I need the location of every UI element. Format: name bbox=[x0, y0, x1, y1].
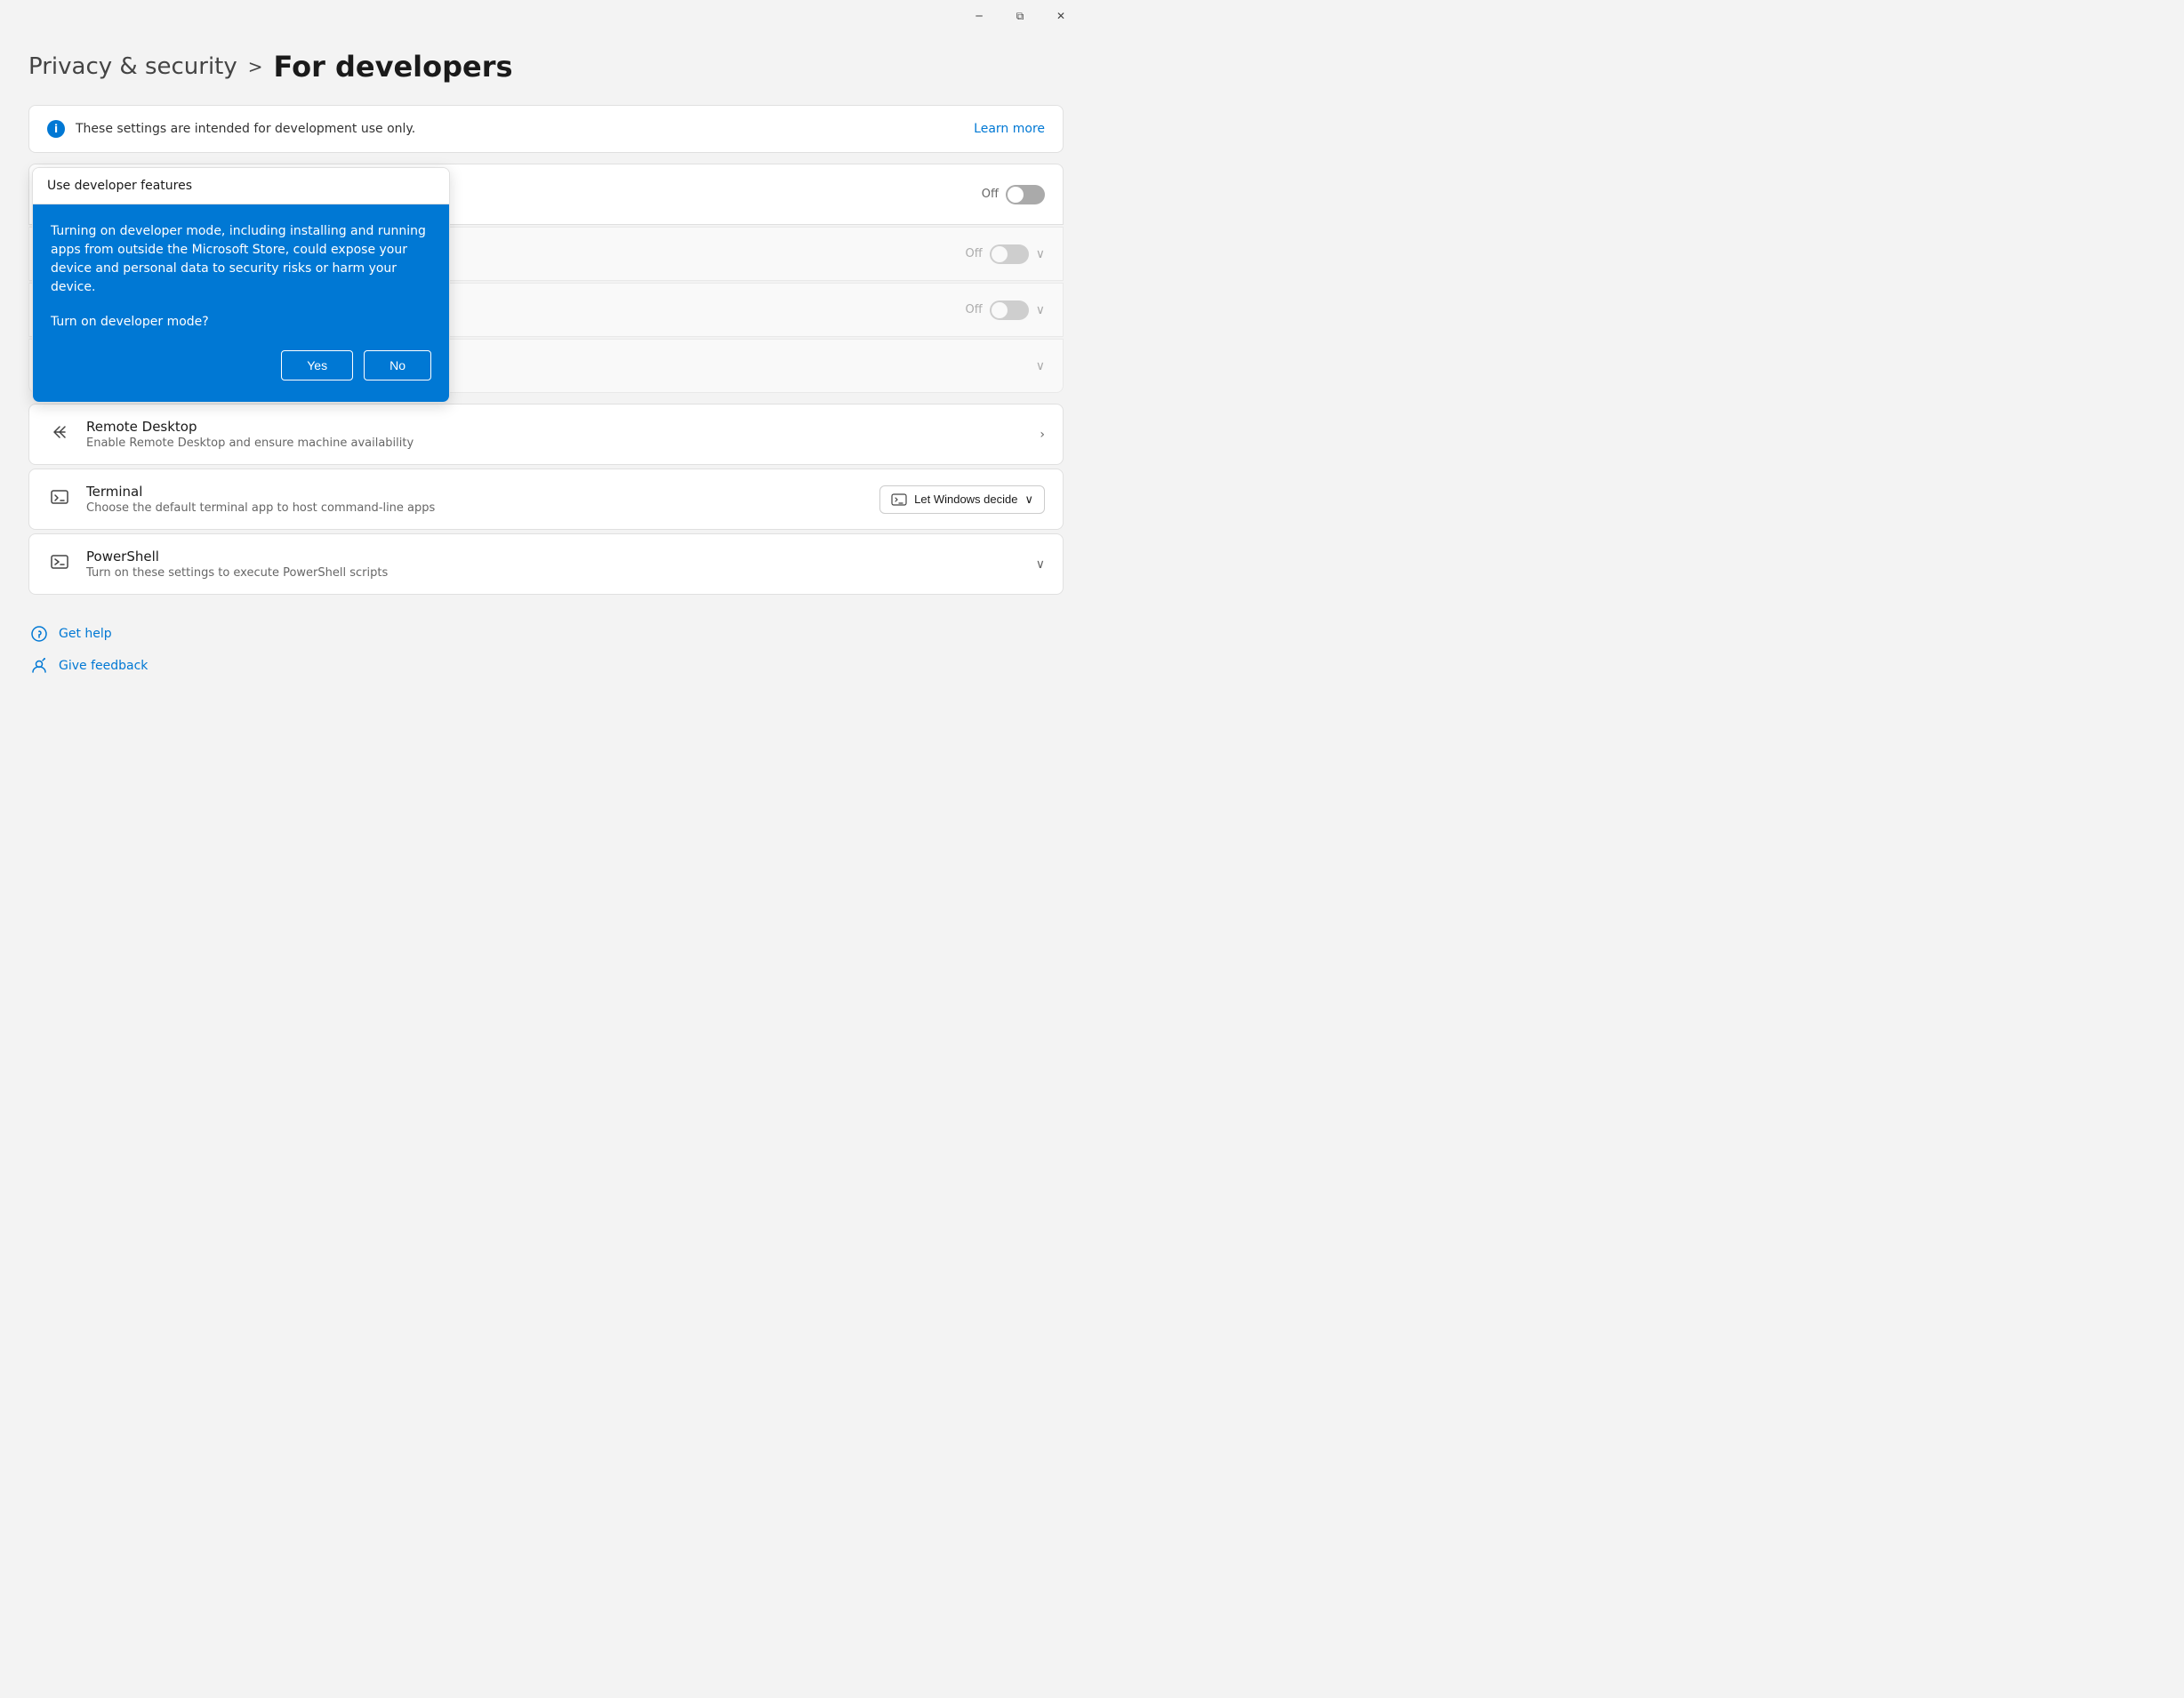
dialog-no-button[interactable]: No bbox=[364, 350, 431, 380]
modal-overlay: Use developer features Turning on develo… bbox=[0, 0, 1092, 849]
dialog-yes-button[interactable]: Yes bbox=[281, 350, 353, 380]
developer-mode-dialog: Use developer features Turning on develo… bbox=[32, 167, 450, 403]
dialog-buttons: Yes No bbox=[51, 350, 431, 380]
dialog-warning-text: Turning on developer mode, including ins… bbox=[51, 222, 431, 297]
dialog-body: Turning on developer mode, including ins… bbox=[33, 204, 449, 402]
dialog-question: Turn on developer mode? bbox=[51, 315, 431, 329]
dialog-header: Use developer features bbox=[33, 168, 449, 204]
